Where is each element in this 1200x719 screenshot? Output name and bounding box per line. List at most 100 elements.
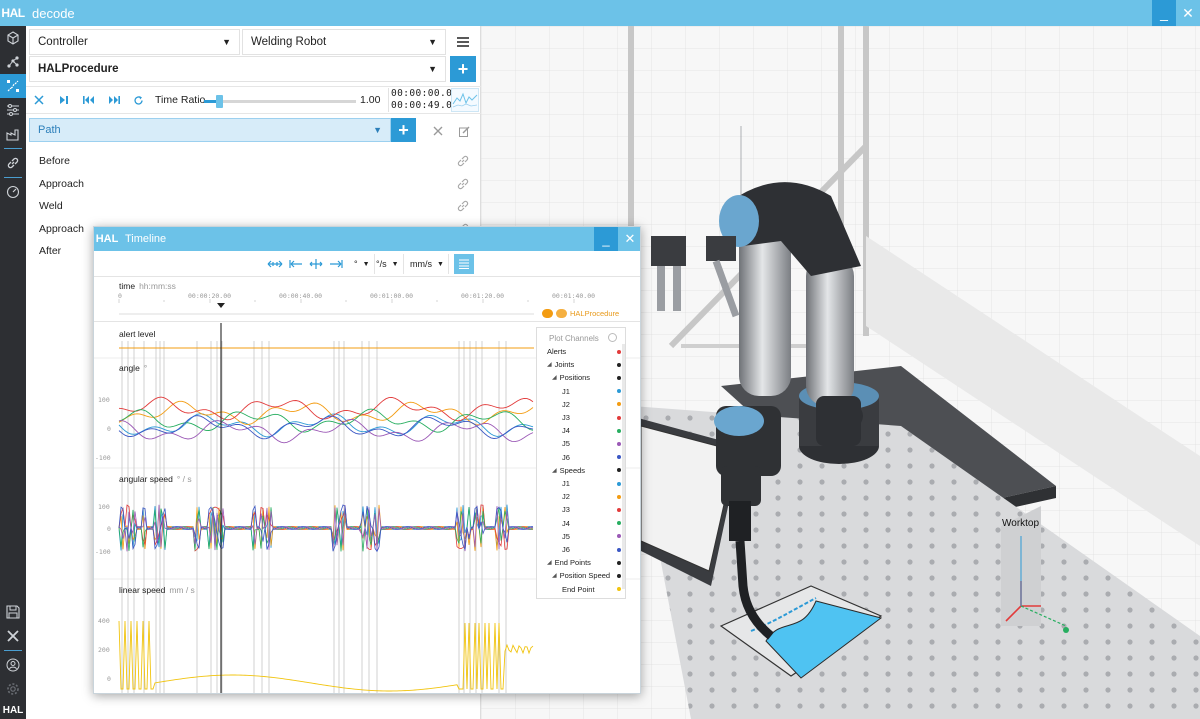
plot-channel-item[interactable]: J6: [537, 451, 627, 464]
fit-all-icon[interactable]: [264, 254, 286, 274]
expand-triangle-icon[interactable]: ◢: [552, 467, 557, 474]
chevron-down-icon: ▼: [428, 37, 437, 47]
plot-label-text: angular speed: [119, 474, 173, 484]
plot-channel-item[interactable]: End Point: [537, 583, 627, 596]
edit-path-button[interactable]: [451, 118, 477, 144]
plot-channel-item[interactable]: J6: [537, 543, 627, 556]
loop-icon[interactable]: [126, 87, 151, 113]
procedure-select[interactable]: HALProcedure ▼: [29, 56, 446, 82]
user-icon[interactable]: [0, 653, 26, 677]
linear-speed-tick: 0: [107, 675, 111, 683]
list-item-label: After: [39, 245, 62, 258]
close-tool-icon[interactable]: [0, 624, 26, 648]
gauge-icon[interactable]: [0, 180, 26, 204]
timeline-toggle-button[interactable]: [451, 88, 479, 112]
timeline-title: Timeline: [125, 233, 167, 245]
linear-speed-tick: 400: [98, 617, 110, 625]
plot-channel-item[interactable]: J4: [537, 424, 627, 437]
link-icon[interactable]: [0, 151, 26, 175]
link-icon[interactable]: [457, 178, 469, 190]
settings-gear-icon[interactable]: [608, 333, 617, 342]
plot-label-angular-speed: angular speed ° / s: [119, 474, 192, 484]
robot-select[interactable]: Welding Robot ▼: [242, 29, 446, 55]
timeline-titlebar[interactable]: HAL Timeline _ ✕: [94, 227, 640, 251]
angular-speed-unit-select[interactable]: °/s ▼: [372, 254, 404, 274]
expand-triangle-icon[interactable]: ◢: [552, 374, 557, 381]
path-tool-icon[interactable]: [0, 74, 26, 98]
expand-triangle-icon[interactable]: ◢: [552, 572, 557, 579]
angle-unit-select[interactable]: ° ▼: [350, 254, 375, 274]
sliders-icon[interactable]: [0, 98, 26, 122]
timeline-window: HAL Timeline _ ✕ ° ▼ °/s ▼ mm/s ▼ time h…: [93, 226, 641, 694]
procedure-select-value: HALProcedure: [38, 63, 119, 75]
channels-menu-button[interactable]: [454, 254, 474, 274]
plot-channel-item[interactable]: J1: [537, 477, 627, 490]
stop-icon[interactable]: [26, 87, 51, 113]
plot-label-linear-speed: linear speed mm / s: [119, 585, 195, 595]
plot-channel-item[interactable]: J2: [537, 490, 627, 503]
plot-channel-item[interactable]: ◢ Joints: [537, 358, 627, 371]
edit-icon: [458, 126, 469, 137]
procedure-chip[interactable]: HALProcedure: [542, 308, 619, 319]
network-icon[interactable]: [0, 50, 26, 74]
plot-channels-scrollbar[interactable]: [622, 344, 625, 589]
plot-channel-label: Positions: [559, 373, 591, 383]
minimize-button[interactable]: _: [1152, 0, 1176, 26]
plot-channel-item[interactable]: J3: [537, 411, 627, 424]
factory-icon[interactable]: [0, 122, 26, 146]
timeline-close-button[interactable]: ✕: [618, 227, 640, 251]
link-icon[interactable]: [457, 155, 469, 167]
expand-triangle-icon[interactable]: ◢: [547, 361, 552, 368]
plot-channel-item[interactable]: ◢ End Points: [537, 556, 627, 569]
plot-channel-item[interactable]: J4: [537, 517, 627, 530]
link-icon[interactable]: [457, 200, 469, 212]
expand-triangle-icon[interactable]: ◢: [547, 559, 552, 566]
step-play-icon[interactable]: [51, 87, 76, 113]
time-ratio-slider[interactable]: [204, 95, 356, 108]
plot-channel-item[interactable]: ◢ Speeds: [537, 464, 627, 477]
add-path-button[interactable]: +: [391, 118, 416, 142]
plot-channel-label: Joints: [554, 360, 575, 370]
plot-channel-item[interactable]: J1: [537, 385, 627, 398]
settings-gear-icon[interactable]: [0, 677, 26, 701]
plot-channel-item[interactable]: Alerts: [537, 345, 627, 358]
plot-channel-item[interactable]: J5: [537, 437, 627, 450]
close-button[interactable]: ✕: [1176, 0, 1200, 26]
cube-icon[interactable]: [0, 26, 26, 50]
plot-channel-item[interactable]: ◢ Positions: [537, 371, 627, 384]
menu-button[interactable]: [450, 29, 476, 55]
time-ratio-handle[interactable]: [216, 95, 224, 108]
path-select[interactable]: Path ▼: [29, 118, 391, 142]
rewind-icon[interactable]: [76, 87, 101, 113]
controller-select[interactable]: Controller ▼: [29, 29, 240, 55]
delete-path-button[interactable]: [425, 118, 451, 144]
angular-speed-tick: 100: [98, 503, 110, 511]
plot-channel-label: J3: [562, 413, 570, 422]
align-center-icon[interactable]: [306, 254, 326, 274]
plot-channel-item[interactable]: J2: [537, 398, 627, 411]
channel-color-dot: [617, 494, 621, 499]
save-icon[interactable]: [0, 600, 26, 624]
linear-speed-unit-select[interactable]: mm/s ▼: [406, 254, 449, 274]
list-item[interactable]: Approach: [26, 173, 481, 196]
align-start-icon[interactable]: [286, 254, 306, 274]
timeline-minimize-button[interactable]: _: [594, 227, 618, 251]
list-item[interactable]: Before: [26, 150, 481, 173]
chevron-down-icon: ▼: [391, 260, 399, 268]
fast-forward-icon[interactable]: [101, 87, 126, 113]
plot-channel-item[interactable]: ◢ Position Speed: [537, 569, 627, 582]
plot-channel-item[interactable]: J3: [537, 503, 627, 516]
plot-channel-item[interactable]: J5: [537, 530, 627, 543]
channel-color-dot: [617, 455, 621, 460]
plot-channel-label: J2: [562, 492, 570, 502]
channel-color-dot: [617, 375, 621, 380]
app-title: decode: [32, 5, 75, 21]
list-item-label: Weld: [39, 200, 63, 213]
hal-brand-mark: HAL: [2, 704, 24, 716]
align-end-icon[interactable]: [326, 254, 346, 274]
list-item[interactable]: Weld: [26, 195, 481, 218]
plot-channels-panel: Plot Channels Alerts ◢ Joints ◢ Positions J1 J…: [536, 327, 626, 599]
time-ruler[interactable]: time hh:mm:ss 0 00:00:20.00 00:00:40.00 0…: [94, 277, 640, 322]
channel-color-dot: [617, 402, 621, 407]
add-procedure-button[interactable]: +: [450, 56, 476, 82]
